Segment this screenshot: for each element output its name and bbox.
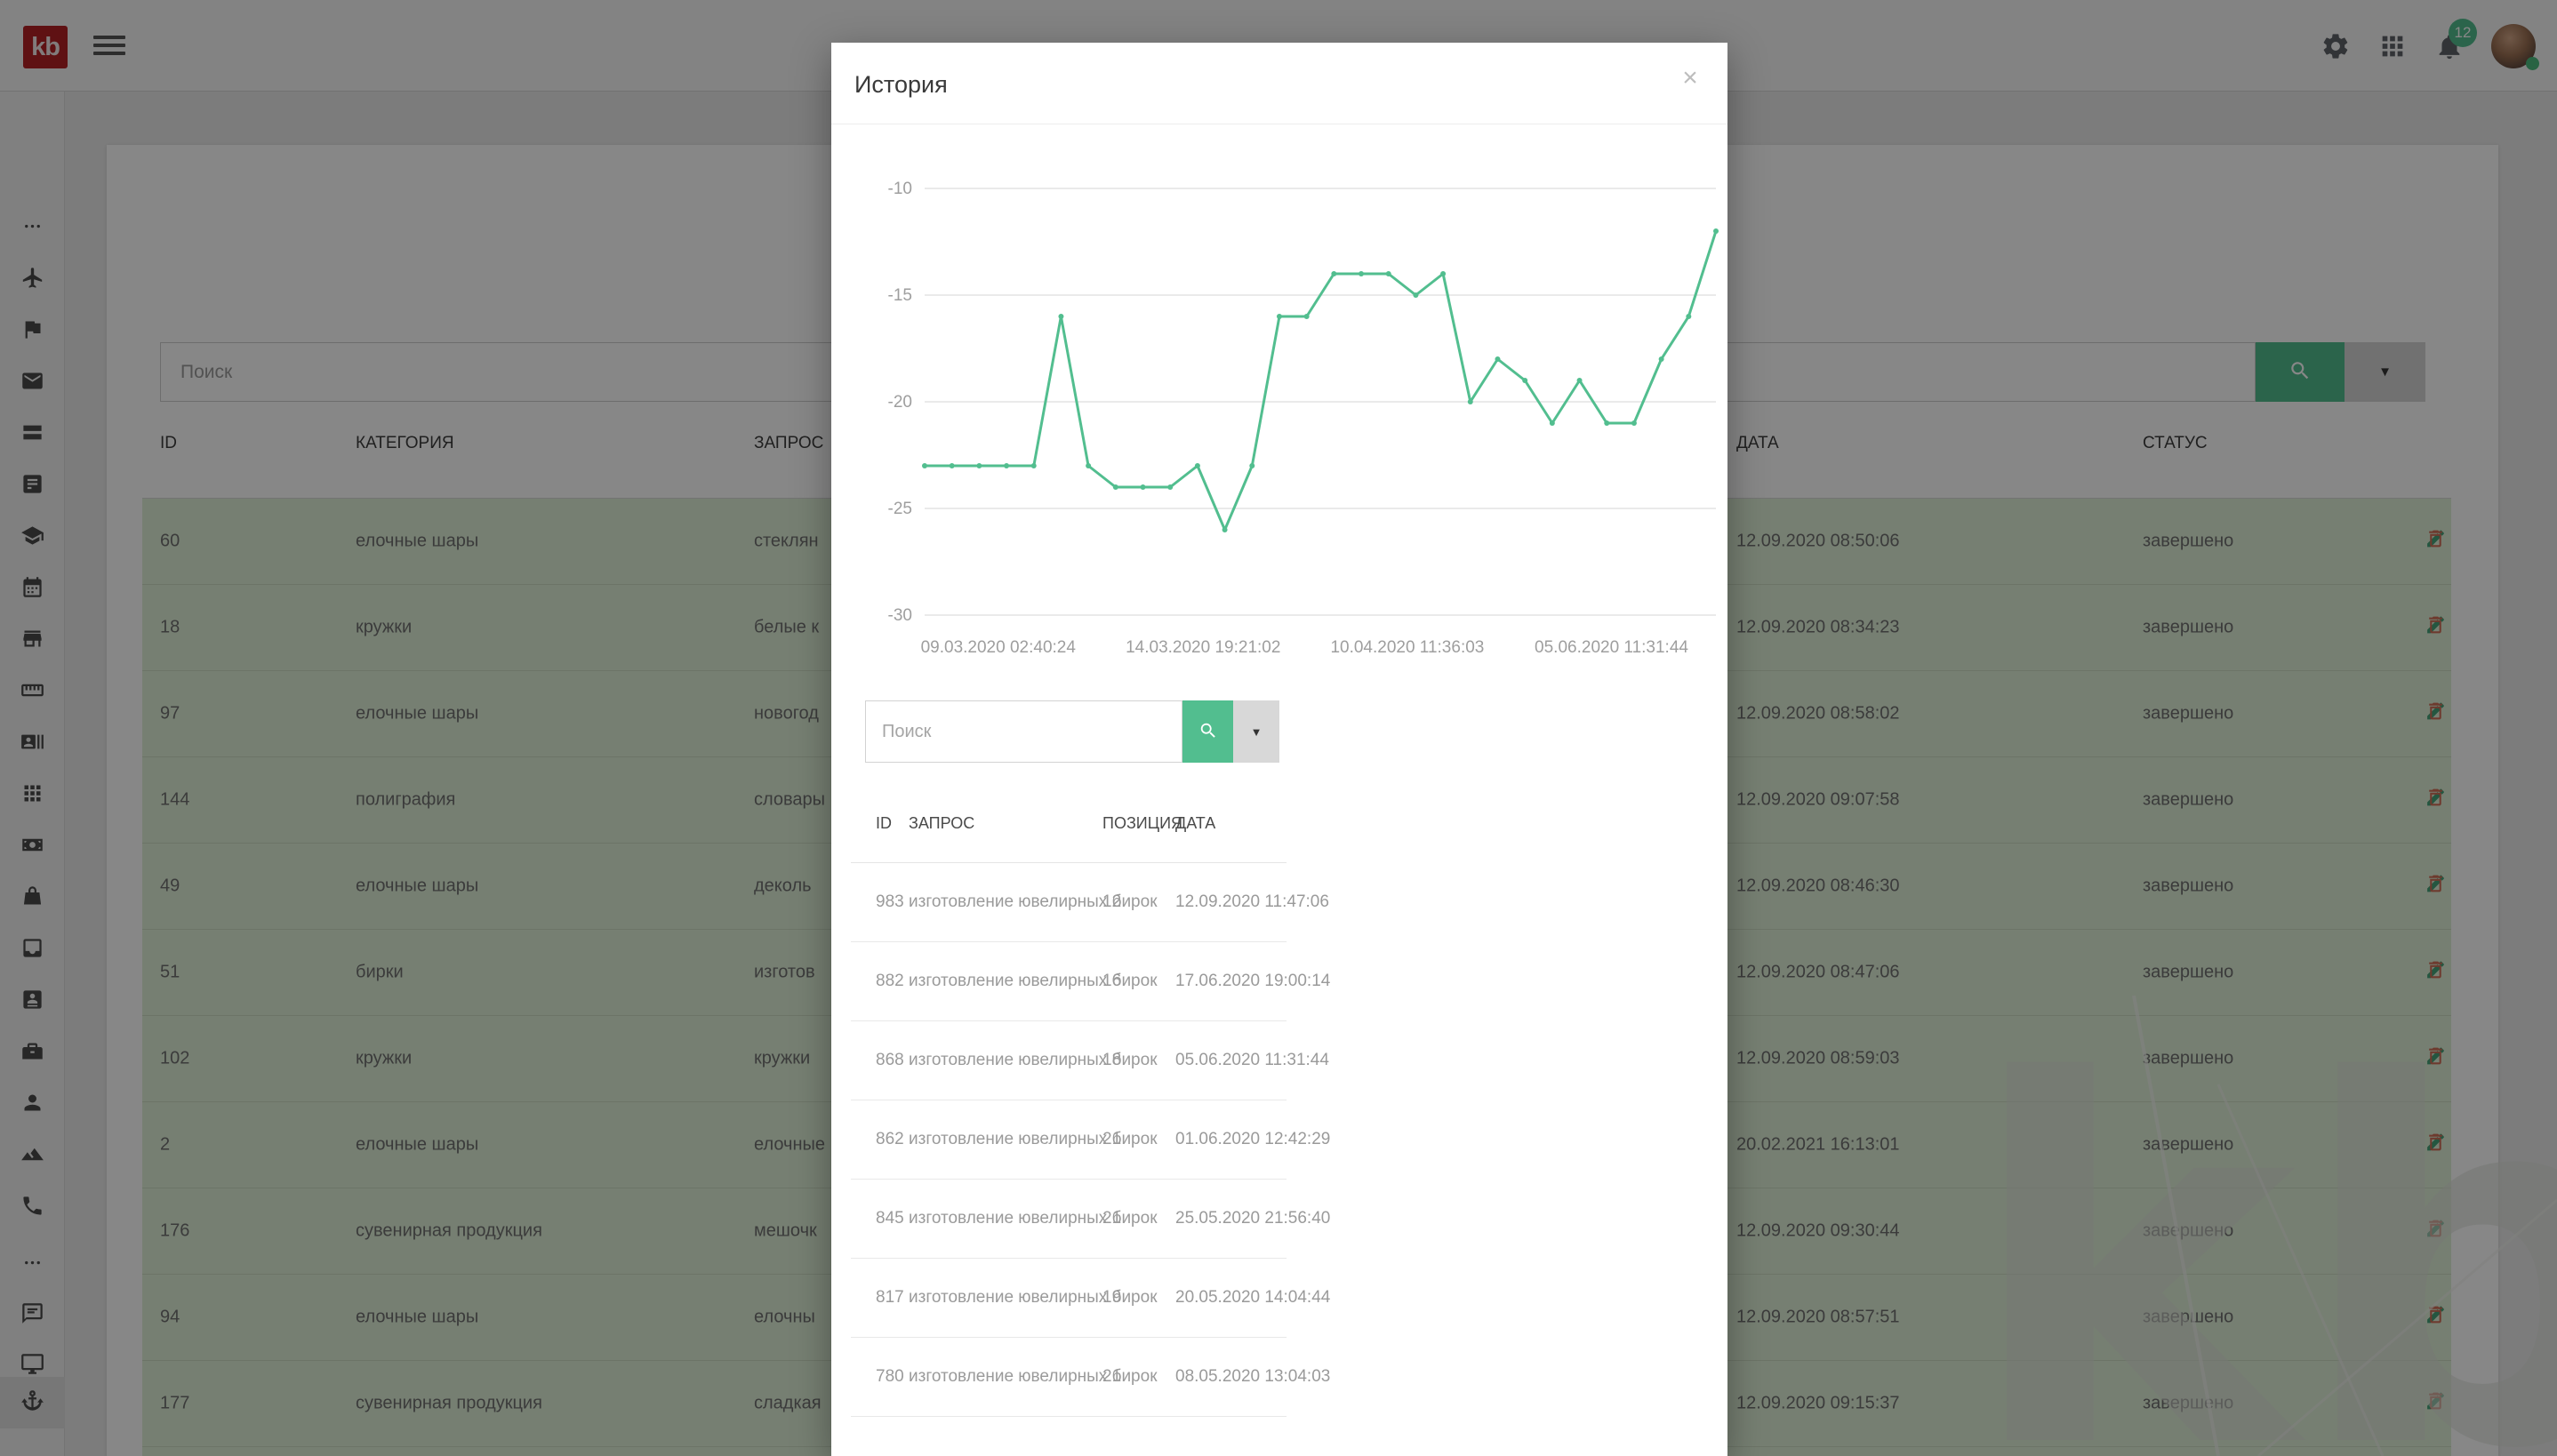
data-point — [1141, 484, 1146, 490]
history-row: 780изготовление ювелирных бирок2108.05.2… — [851, 1338, 1287, 1417]
x-axis-tick: 05.06.2020 11:31:44 — [1535, 638, 1688, 657]
modal-history-table: ID ЗАПРОС ПОЗИЦИЯ ДАТА 983изготовление ю… — [851, 798, 1287, 1417]
history-date: 17.06.2020 19:00:14 — [1175, 972, 1330, 991]
data-point — [1522, 378, 1527, 383]
modal-search-options-dropdown[interactable]: ▼ — [1233, 700, 1279, 763]
modal-search-button[interactable] — [1182, 700, 1233, 763]
data-point — [1277, 314, 1282, 319]
data-point — [1386, 271, 1391, 276]
data-point — [1331, 271, 1336, 276]
history-id: 983 — [876, 892, 904, 912]
data-point — [1577, 378, 1583, 383]
x-axis-tick: 10.04.2020 11:36:03 — [1330, 638, 1484, 657]
data-point — [1058, 314, 1063, 319]
data-point — [1195, 463, 1200, 468]
history-row: 845изготовление ювелирных бирок2125.05.2… — [851, 1180, 1287, 1259]
data-point — [1468, 399, 1473, 404]
history-date: 01.06.2020 12:42:29 — [1175, 1130, 1330, 1149]
data-point — [1031, 463, 1037, 468]
history-row: 817изготовление ювелирных бирок1920.05.2… — [851, 1259, 1287, 1338]
history-row: 983изготовление ювелирных бирок1212.09.2… — [851, 863, 1287, 942]
history-id: 780 — [876, 1367, 904, 1387]
data-point — [922, 463, 927, 468]
data-point — [1304, 314, 1310, 319]
history-position: 19 — [1102, 1288, 1121, 1308]
history-row: 868изготовление ювелирных бирок1805.06.2… — [851, 1021, 1287, 1100]
x-axis-tick: 09.03.2020 02:40:24 — [921, 638, 1077, 657]
history-date: 08.05.2020 13:04:03 — [1175, 1367, 1330, 1387]
data-point — [1004, 463, 1009, 468]
y-axis-tick: -30 — [888, 606, 912, 625]
history-id: 862 — [876, 1130, 904, 1149]
history-date: 05.06.2020 11:31:44 — [1175, 1051, 1329, 1070]
x-axis-tick: 14.03.2020 19:21:02 — [1126, 638, 1280, 657]
y-axis-tick: -20 — [888, 393, 912, 412]
modal-search-input[interactable] — [865, 700, 1182, 763]
data-point — [1167, 484, 1173, 490]
y-axis-tick: -10 — [888, 180, 912, 198]
data-point — [1222, 527, 1228, 532]
data-point — [1249, 463, 1254, 468]
data-point — [1631, 420, 1637, 426]
search-icon — [1198, 721, 1218, 743]
history-id: 817 — [876, 1288, 904, 1308]
history-id: 845 — [876, 1209, 904, 1228]
history-position: 18 — [1102, 1051, 1121, 1070]
position-line-series — [925, 231, 1716, 530]
data-point — [976, 463, 982, 468]
data-point — [950, 463, 955, 468]
modal-header: История × — [831, 43, 1727, 124]
history-position: 21 — [1102, 1130, 1121, 1149]
position-history-chart: -10 -15 -20 -25 -30 09.03.2020 02:40:24 14.03.… — [831, 132, 1727, 665]
data-point — [1686, 314, 1691, 319]
history-date: 12.09.2020 11:47:06 — [1175, 892, 1329, 912]
data-point — [1086, 463, 1091, 468]
data-point — [1550, 420, 1555, 426]
history-position: 12 — [1102, 892, 1121, 912]
data-point — [1440, 271, 1446, 276]
data-point — [1495, 356, 1500, 362]
data-point — [1413, 292, 1418, 298]
y-axis-tick: -25 — [888, 500, 912, 518]
history-date: 25.05.2020 21:56:40 — [1175, 1209, 1330, 1228]
data-point — [1713, 228, 1719, 234]
history-row: 882изготовление ювелирных бирок1617.06.2… — [851, 942, 1287, 1021]
y-axis-tick: -15 — [888, 286, 912, 305]
modal-table-header: ID ЗАПРОС ПОЗИЦИЯ ДАТА — [851, 798, 1287, 862]
modal-title: История — [854, 71, 948, 99]
history-id: 868 — [876, 1051, 904, 1070]
history-position: 21 — [1102, 1367, 1121, 1387]
close-icon[interactable]: × — [1676, 64, 1704, 92]
modal-search-bar: ▼ — [865, 700, 1279, 763]
history-modal: История × -10 -15 -20 -25 -30 09.03.2020 02:4… — [831, 43, 1727, 1456]
history-position: 21 — [1102, 1209, 1121, 1228]
history-id: 882 — [876, 972, 904, 991]
data-point — [1113, 484, 1118, 490]
history-date: 20.05.2020 14:04:44 — [1175, 1288, 1330, 1308]
data-point — [1359, 271, 1364, 276]
data-point — [1659, 356, 1664, 362]
history-position: 16 — [1102, 972, 1121, 991]
data-point — [1604, 420, 1609, 426]
history-row: 862изготовление ювелирных бирок2101.06.2… — [851, 1100, 1287, 1180]
